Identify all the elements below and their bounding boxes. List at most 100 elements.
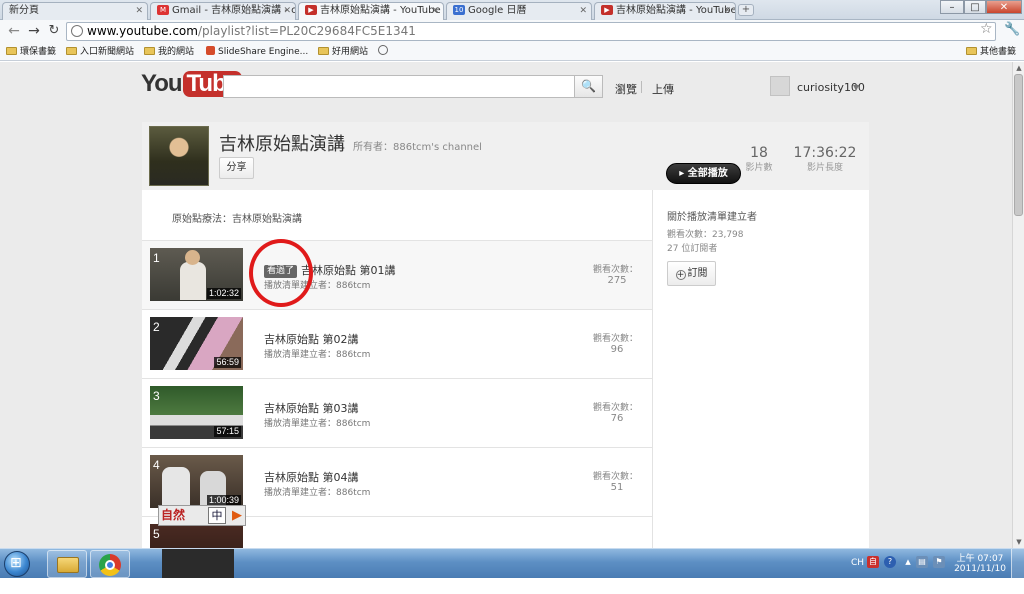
views-count: 51 (610, 482, 624, 493)
other-bookmarks[interactable]: 其他書籤 (966, 45, 1016, 59)
youtube-icon: ▶ (305, 5, 317, 15)
forward-arrow-icon[interactable]: → (26, 23, 42, 39)
total-length-label: 影片長度 (806, 163, 843, 173)
video-row[interactable]: 2 56:59 吉林原始點 第02講 播放清單建立者：886tcm 觀看次數： … (142, 309, 652, 378)
search-button[interactable]: 🔍 (574, 75, 603, 98)
video-title[interactable]: 吉林原始點 第04講 (264, 469, 359, 485)
avatar[interactable] (770, 76, 790, 96)
tab-label: 吉林原始點演講 - YouTube (320, 5, 441, 16)
playlist-thumbnail[interactable] (149, 126, 209, 186)
ime-tray-icon[interactable]: 自 (867, 556, 879, 568)
tab-close-icon[interactable]: ✕ (723, 3, 731, 19)
video-row[interactable]: 1 1:02:32 看過了 吉林原始點 第01講 播放清單建立者：886tcm 觀… (142, 240, 652, 309)
show-desktop-button[interactable] (1011, 549, 1024, 579)
search-input[interactable] (223, 75, 575, 98)
video-title[interactable]: 吉林原始點 第02講 (264, 331, 359, 347)
video-thumbnail[interactable]: 5 (150, 524, 243, 548)
address-bar[interactable]: www.youtube.com/playlist?list=PL20C29684… (66, 22, 996, 41)
windows-taskbar: ⊞ CH 自 ? ▴ ▤ ⚑ 上午 07:07 2011/11/10 (0, 548, 1024, 579)
bookmark-folder[interactable]: 我的網站 (144, 45, 194, 59)
taskbar-explorer[interactable] (47, 550, 87, 578)
tab-youtube-active[interactable]: ▶ 吉林原始點演講 - YouTube ✕ (298, 2, 444, 20)
chevron-down-icon[interactable]: ▼ (853, 83, 859, 92)
maximize-button[interactable]: □ (964, 0, 986, 14)
tab-label: 新分頁 (9, 5, 39, 16)
tab-close-icon[interactable]: ✕ (135, 3, 143, 19)
help-icon[interactable]: ? (884, 556, 896, 568)
bookmark-label: 其他書籤 (980, 47, 1017, 57)
share-button[interactable]: 分享 (219, 157, 254, 179)
playlist-owner[interactable]: 所有者：886tcm's channel (353, 138, 482, 153)
back-arrow-icon[interactable]: ← (6, 23, 22, 39)
youtube-icon: ▶ (601, 5, 613, 15)
bookmark-globe[interactable] (378, 45, 388, 59)
playlist-title: 吉林原始點演講 (219, 134, 345, 155)
bookmark-label: 我的網站 (158, 47, 195, 57)
close-window-button[interactable]: ✕ (986, 0, 1022, 14)
tray-expand-icon[interactable]: ▴ (902, 556, 914, 568)
reload-icon[interactable]: ↻ (46, 23, 62, 39)
network-icon[interactable]: ▤ (916, 556, 928, 568)
thumb-face (185, 250, 200, 265)
bookmark-folder[interactable]: 環保書籤 (6, 45, 56, 59)
views-label: 觀看次數： (593, 334, 639, 344)
views-count: 76 (610, 413, 624, 424)
clock-time[interactable]: 上午 07:07 (955, 551, 1005, 564)
bookmark-folder[interactable]: 好用網站 (318, 45, 368, 59)
video-duration: 56:59 (214, 357, 241, 368)
wrench-icon[interactable]: 🔧 (1004, 22, 1020, 37)
video-thumbnail[interactable]: 2 56:59 (150, 317, 243, 370)
ime-language-toggle[interactable]: 中 (208, 507, 226, 524)
upload-link[interactable]: 上傳 (652, 81, 674, 97)
bookmark-slideshare[interactable]: SlideShare Engine... (206, 45, 308, 59)
tab-close-icon[interactable]: ✕ (283, 3, 291, 19)
action-center-flag-icon[interactable]: ⚑ (933, 556, 945, 568)
scrollbar-thumb[interactable] (1014, 74, 1023, 216)
start-button[interactable]: ⊞ (4, 551, 30, 577)
clock-date[interactable]: 2011/11/10 (951, 564, 1009, 574)
scroll-down-icon[interactable]: ▼ (1014, 537, 1024, 547)
tab-new-tab[interactable]: 新分頁 ✕ (2, 2, 148, 20)
taskbar-chrome[interactable] (90, 550, 130, 578)
video-title[interactable]: 吉林原始點 第03講 (264, 400, 359, 416)
bookmark-folder[interactable]: 入口新聞網站 (66, 45, 134, 59)
play-icon: ▸ (679, 168, 688, 179)
taskbar-window-preview (162, 549, 234, 579)
views-count: 275 (607, 275, 627, 286)
ime-logo[interactable]: 自然 (161, 507, 207, 524)
creator-views: 觀看次數：23,798 (667, 230, 744, 240)
subscribe-button[interactable]: + 訂閱 (667, 261, 716, 286)
playlist-creator-sidebar: 關於播放清單建立者 觀看次數：23,798 27 位訂閱者 + 訂閱 (652, 190, 869, 548)
bookmarks-bar: 環保書籤 入口新聞網站 我的網站 SlideShare Engine... 好用… (0, 43, 1024, 61)
minimize-button[interactable]: – (940, 0, 964, 14)
scroll-up-icon[interactable]: ▲ (1014, 63, 1024, 73)
windows-logo-icon: ⊞ (10, 555, 22, 571)
video-thumbnail[interactable]: 3 57:15 (150, 386, 243, 439)
video-thumbnail[interactable]: 4 1:00:39 (150, 455, 243, 508)
url-host: www.youtube.com (87, 24, 198, 38)
video-count-label: 影片數 (745, 163, 773, 173)
globe-icon (378, 45, 388, 55)
views-label: 觀看次數： (593, 403, 639, 413)
tab-youtube[interactable]: ▶ 吉林原始點演講 - YouTube ✕ (594, 2, 736, 20)
video-row[interactable]: 3 57:15 吉林原始點 第03講 播放清單建立者：886tcm 觀看次數： … (142, 378, 652, 447)
tab-close-icon[interactable]: ✕ (579, 3, 587, 19)
calendar-icon: 10 (453, 5, 465, 15)
play-all-button[interactable]: ▸ 全部播放 (666, 163, 741, 184)
url-path: /playlist?list=PL20C29684FC5E1341 (197, 24, 416, 38)
ime-arrow-icon[interactable]: ▶ (229, 507, 245, 524)
tab-label: Gmail - 吉林原始點演講 - c (172, 5, 296, 16)
bookmark-star-icon[interactable]: ☆ (980, 21, 993, 37)
tab-google-calendar[interactable]: 10 Google 日曆 ✕ (446, 2, 592, 20)
video-author: 播放清單建立者：886tcm (264, 488, 371, 498)
tab-gmail[interactable]: M Gmail - 吉林原始點演講 - c ✕ (150, 2, 296, 20)
video-author: 播放清單建立者：886tcm (264, 419, 371, 429)
video-thumbnail[interactable]: 1 1:02:32 (150, 248, 243, 301)
tab-close-icon[interactable]: ✕ (431, 3, 439, 19)
views-label: 觀看次數： (593, 472, 639, 482)
playlist-header: 吉林原始點演講 所有者：886tcm's channel 分享 ▸ 全部播放 1… (142, 122, 869, 190)
input-language-indicator[interactable]: CH (851, 558, 864, 568)
page-scrollbar[interactable]: ▲ ▼ (1012, 62, 1024, 548)
new-tab-button[interactable]: + (738, 4, 754, 16)
browse-link[interactable]: 瀏覽 (615, 81, 637, 97)
